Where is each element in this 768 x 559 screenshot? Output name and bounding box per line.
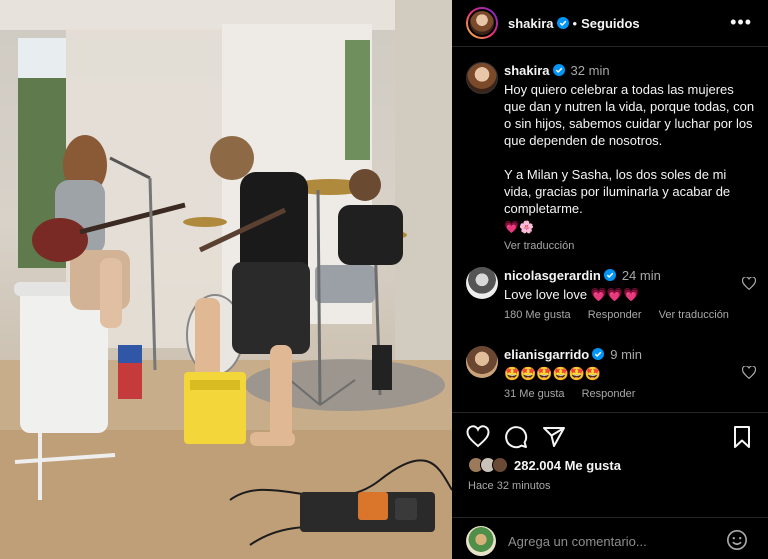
post-side-panel: shakira • Seguidos ••• shakira 32 min Hoy… [452,0,768,559]
like-heart-icon[interactable] [466,425,490,449]
post-actions: 282.004 Me gusta Hace 32 minutos [452,412,768,559]
current-user-avatar [466,526,496,556]
comment-input[interactable] [508,530,708,552]
caption-emojis: 💗🌸 [504,220,534,234]
likes-summary[interactable]: 282.004 Me gusta [468,457,621,473]
comment-item: elianisgarrido 9 min 🤩🤩🤩🤩🤩🤩 31 Me gusta R… [466,346,756,403]
verified-badge-icon [592,348,605,360]
see-translation-link[interactable]: Ver traducción [659,309,729,321]
author-avatar[interactable] [466,7,498,39]
comment-time: 9 min [610,347,643,362]
post-header: shakira • Seguidos ••• [452,0,768,47]
commenter-avatar[interactable] [466,267,498,299]
comment-time: 24 min [621,268,661,283]
commenter-username[interactable]: elianisgarrido [504,347,589,362]
liker-avatar [492,457,508,473]
commenter-username[interactable]: nicolasgerardin [504,268,601,283]
likes-count[interactable]: 282.004 Me gusta [514,458,621,473]
caption-username[interactable]: shakira [504,63,550,78]
emoji-picker-icon[interactable] [726,529,748,551]
comments-list[interactable]: shakira 32 min Hoy quiero celebrar a toda… [452,48,768,412]
verified-badge-icon [603,269,616,281]
photo-scene [0,0,452,559]
comment-likes[interactable]: 31 Me gusta [504,388,565,400]
post-timestamp: Hace 32 minutos [468,480,551,492]
verified-badge-icon [556,17,569,29]
verified-badge-icon [552,64,565,76]
caption-paragraph-2: Y a Milan y Sasha, los dos soles de mi v… [504,167,731,216]
caption-avatar[interactable] [466,62,498,94]
post-photo[interactable] [0,0,452,559]
following-button[interactable]: Seguidos [581,16,640,31]
reply-button[interactable]: Responder [582,388,636,400]
separator-dot: • [572,15,578,31]
author-username[interactable]: shakira [508,16,554,31]
caption-time: 32 min [570,63,610,78]
comment-likes[interactable]: 180 Me gusta [504,309,571,321]
see-translation-link[interactable]: Ver traducción [504,240,574,252]
save-bookmark-icon[interactable] [730,425,754,449]
comment-text: 🤩🤩🤩🤩🤩🤩 [504,366,602,381]
caption: shakira 32 min Hoy quiero celebrar a toda… [466,62,756,255]
add-comment-bar [452,517,768,559]
comment-text: Love love love 💗💗💗 [504,287,640,302]
caption-paragraph-1: Hoy quiero celebrar a todas las mujeres … [504,82,755,148]
more-options-icon[interactable]: ••• [730,13,752,31]
reply-button[interactable]: Responder [588,309,642,321]
like-comment-heart-icon[interactable] [742,366,756,379]
share-icon[interactable] [542,425,566,449]
like-comment-heart-icon[interactable] [742,277,756,290]
commenter-avatar[interactable] [466,346,498,378]
comment-icon[interactable] [504,425,528,449]
comment-item: nicolasgerardin 24 min Love love love 💗💗💗… [466,267,756,324]
